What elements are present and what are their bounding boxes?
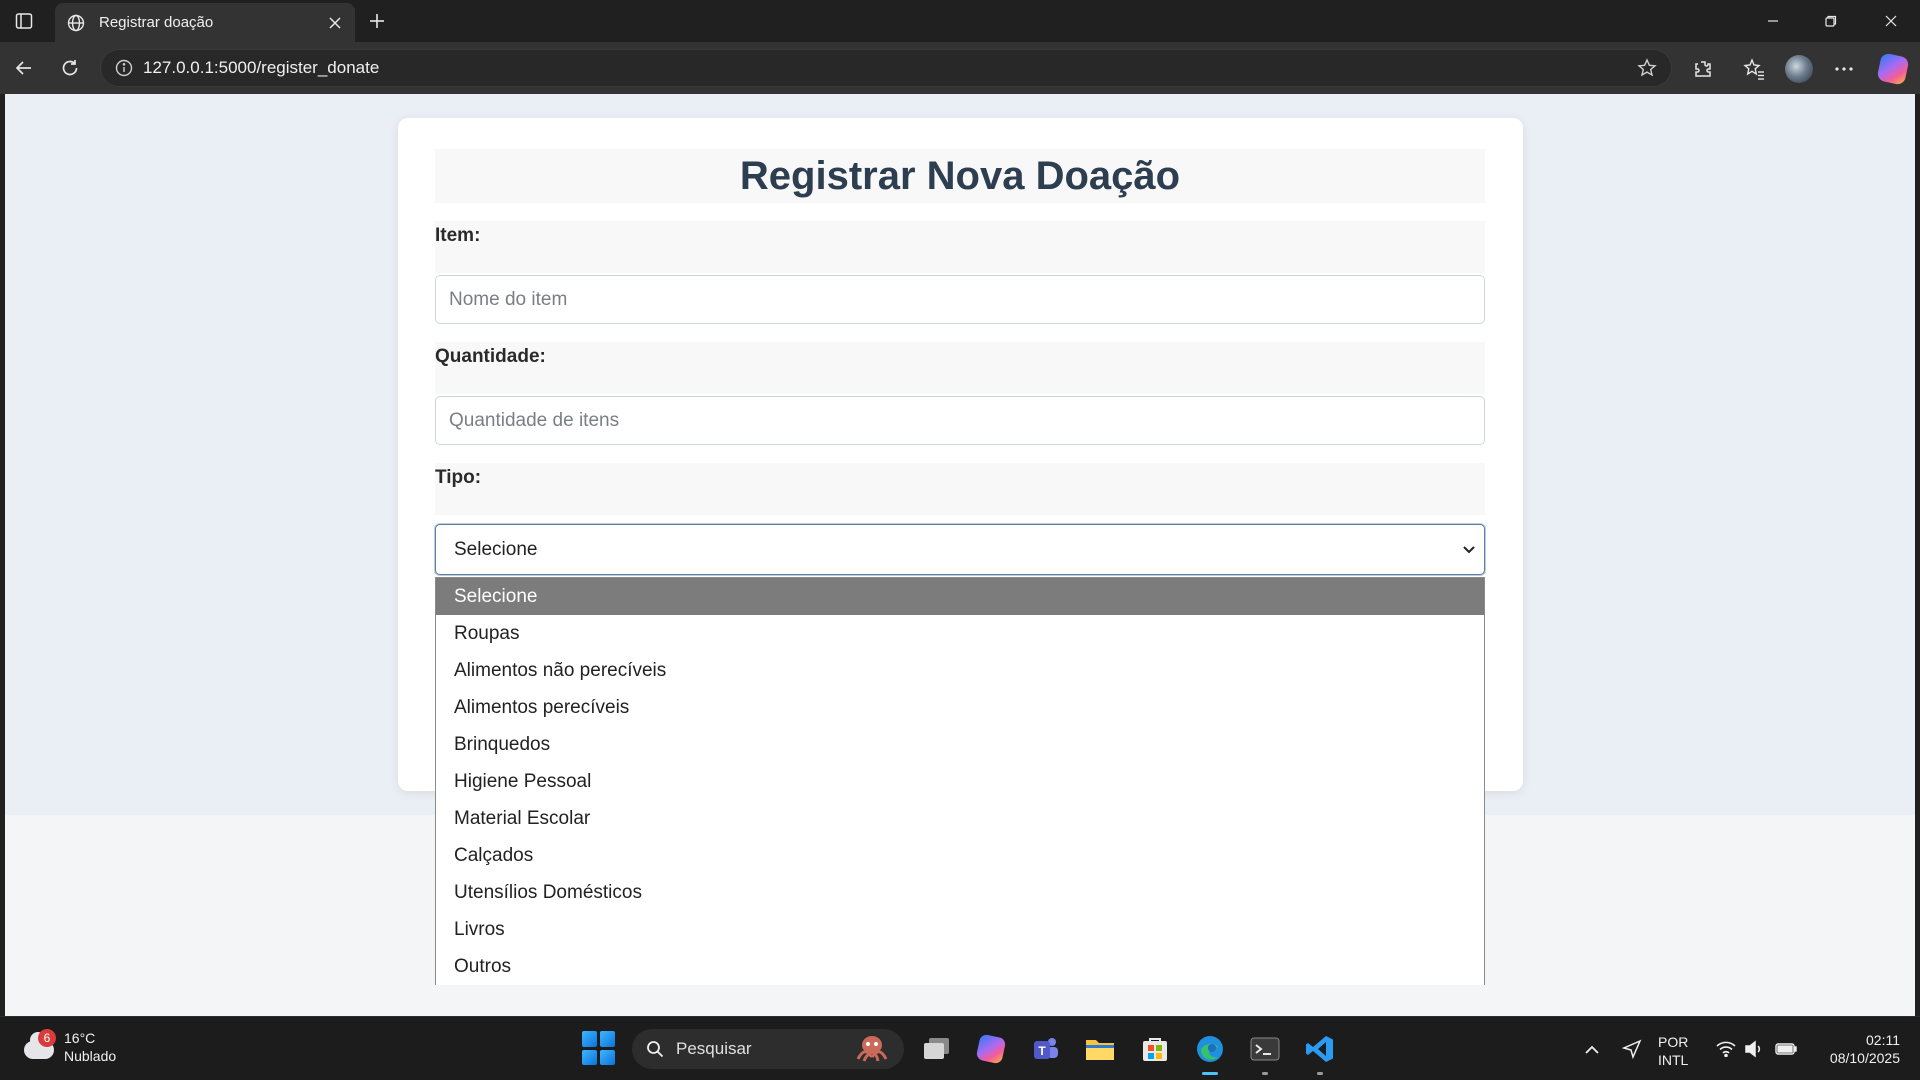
active-tab[interactable]: Registrar doação — [55, 3, 355, 42]
system-clock[interactable]: 02:11 08/10/2025 — [1808, 1031, 1900, 1067]
type-dropdown-list: Selecione Roupas Alimentos não perecíveis A… — [435, 577, 1485, 985]
chevron-down-icon — [1454, 535, 1484, 565]
vscode-icon[interactable] — [1300, 1029, 1340, 1075]
dropdown-option[interactable]: Selecione — [436, 578, 1484, 615]
language-indicator[interactable]: POR INTL — [1658, 1033, 1688, 1069]
battery-icon[interactable] — [1774, 1037, 1798, 1061]
new-tab-button[interactable] — [362, 6, 392, 36]
location-icon[interactable] — [1620, 1037, 1644, 1061]
active-app-indicator — [1202, 1072, 1218, 1075]
running-app-indicator — [1317, 1072, 1323, 1075]
dropdown-option[interactable]: Livros — [436, 911, 1484, 948]
teams-icon[interactable]: T — [1025, 1029, 1065, 1069]
chevron-up-icon[interactable] — [1580, 1037, 1604, 1061]
browser-title-bar: Registrar doação — [0, 0, 1920, 42]
dropdown-option[interactable]: Utensílios Domésticos — [436, 874, 1484, 911]
page-viewport: Registrar Nova Doação Item: Quantidade: … — [5, 94, 1915, 1016]
minimize-button[interactable] — [1744, 0, 1802, 42]
quantity-label-row: Quantidade: — [435, 342, 1485, 394]
dropdown-option[interactable]: Alimentos perecíveis — [436, 689, 1484, 726]
refresh-button[interactable] — [54, 52, 86, 84]
site-info-icon[interactable] — [105, 49, 143, 87]
more-options-icon[interactable] — [1827, 52, 1861, 86]
weather-temperature: 16°C — [64, 1030, 96, 1046]
language-code: POR — [1658, 1034, 1689, 1050]
weather-widget[interactable]: 6 16°C Nublado — [20, 1029, 116, 1065]
taskbar-search[interactable]: Pesquisar — [632, 1029, 904, 1069]
item-label-row: Item: — [435, 221, 1485, 273]
terminal-icon[interactable] — [1245, 1029, 1285, 1075]
dropdown-option[interactable]: Material Escolar — [436, 800, 1484, 837]
profile-avatar[interactable] — [1782, 52, 1816, 86]
edge-browser-icon[interactable] — [1190, 1029, 1230, 1075]
microsoft-store-icon[interactable] — [1135, 1029, 1175, 1069]
notification-badge: 6 — [38, 1029, 56, 1047]
quantity-input[interactable] — [435, 396, 1485, 445]
item-name-input[interactable] — [435, 275, 1485, 324]
copilot-icon[interactable] — [1876, 52, 1910, 86]
type-select-value: Selecione — [454, 538, 538, 560]
url-text[interactable]: 127.0.0.1:5000/register_donate — [143, 58, 1629, 78]
type-label-row: Tipo: — [435, 463, 1485, 515]
cloud-icon: 6 — [20, 1029, 58, 1061]
form-header: Registrar Nova Doação — [435, 149, 1485, 203]
search-label: Pesquisar — [676, 1039, 752, 1058]
dropdown-option[interactable]: Calçados — [436, 837, 1484, 874]
avatar — [1785, 55, 1813, 83]
dropdown-option[interactable]: Outros — [436, 948, 1484, 985]
favorites-icon[interactable] — [1737, 52, 1771, 86]
extensions-icon[interactable] — [1686, 52, 1720, 86]
search-icon — [644, 1038, 666, 1060]
keyboard-layout: INTL — [1658, 1052, 1689, 1068]
copilot-app-icon[interactable] — [971, 1029, 1011, 1069]
dropdown-option[interactable]: Alimentos não perecíveis — [436, 652, 1484, 689]
browser-toolbar: 127.0.0.1:5000/register_donate — [0, 42, 1920, 94]
file-explorer-icon[interactable] — [1080, 1029, 1120, 1069]
dropdown-option[interactable]: Roupas — [436, 615, 1484, 652]
volume-icon[interactable] — [1742, 1037, 1766, 1061]
svg-text:T: T — [1038, 1044, 1046, 1058]
type-label: Tipo: — [435, 467, 482, 488]
clock-time: 02:11 — [1866, 1032, 1900, 1048]
back-button[interactable] — [8, 52, 40, 84]
page-title: Registrar Nova Doação — [739, 153, 1181, 198]
windows-taskbar: 6 16°C Nublado Pesquisar T POR INTL 02:1… — [0, 1016, 1920, 1080]
tab-title: Registrar doação — [99, 14, 214, 31]
dropdown-option[interactable]: Higiene Pessoal — [436, 763, 1484, 800]
running-app-indicator — [1262, 1072, 1268, 1075]
item-label: Item: — [435, 225, 481, 246]
restore-button[interactable] — [1802, 0, 1860, 42]
search-highlight-icon — [856, 1036, 888, 1062]
address-bar[interactable]: 127.0.0.1:5000/register_donate — [100, 49, 1672, 87]
copilot-logo — [1876, 52, 1910, 86]
quantity-label: Quantidade: — [435, 346, 546, 367]
clock-date: 08/10/2025 — [1829, 1050, 1900, 1066]
favorite-star-icon[interactable] — [1629, 50, 1665, 86]
type-select[interactable]: Selecione — [435, 524, 1485, 575]
wifi-icon[interactable] — [1714, 1037, 1738, 1061]
globe-icon — [65, 12, 87, 34]
start-button[interactable] — [582, 1031, 616, 1065]
sidebar-toggle-icon[interactable] — [10, 8, 38, 34]
close-tab-icon[interactable] — [321, 9, 349, 37]
weather-description: Nublado — [64, 1048, 117, 1064]
task-view-icon[interactable] — [917, 1029, 957, 1069]
close-window-button[interactable] — [1862, 0, 1920, 42]
dropdown-option[interactable]: Brinquedos — [436, 726, 1484, 763]
